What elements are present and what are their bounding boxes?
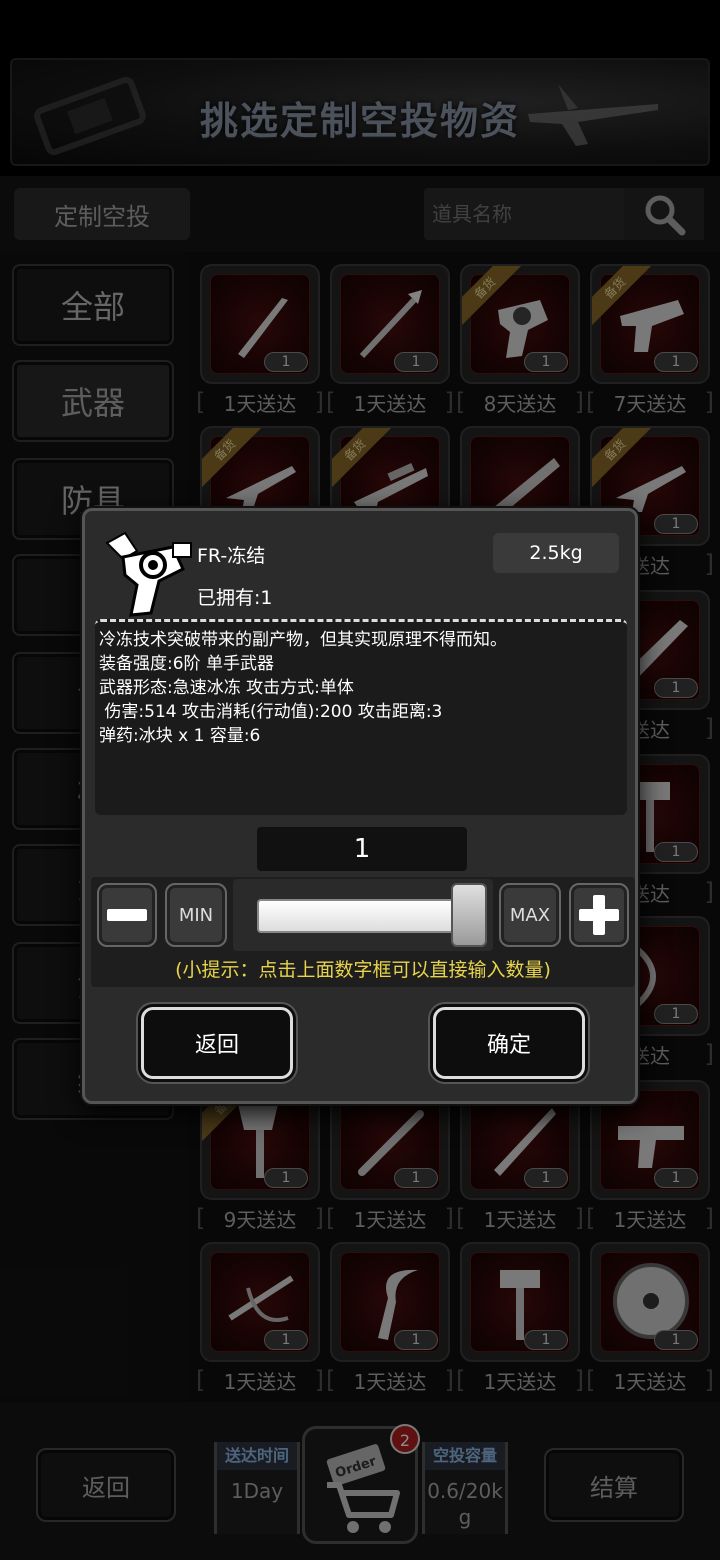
- plus-icon: [579, 895, 619, 935]
- dialog-back-button[interactable]: 返回: [141, 1007, 293, 1079]
- desc-line: 冷冻技术突破带来的副产物，但其实现原理不得而知。: [99, 630, 507, 650]
- minus-icon: [107, 909, 147, 921]
- item-name: FR-冻结: [197, 545, 266, 567]
- quantity-hint: (小提示：点击上面数字框可以直接输入数量): [175, 959, 551, 981]
- freeze-gun-icon: [105, 531, 192, 617]
- item-owned-count: 已拥有:1: [197, 587, 273, 609]
- desc-line: 弹药:冰块 x 1 容量:6: [99, 726, 261, 746]
- desc-line: 伤害:514 攻击消耗(行动值):200 攻击距离:3: [99, 702, 443, 722]
- dialog-confirm-button[interactable]: 确定: [433, 1007, 585, 1079]
- min-button[interactable]: MIN: [165, 883, 227, 947]
- desc-line: 装备强度:6阶 单手武器: [99, 654, 274, 674]
- item-description: 冷冻技术突破带来的副产物，但其实现原理不得而知。 装备强度:6阶 单手武器 武器…: [95, 619, 627, 815]
- slider-handle[interactable]: [451, 883, 487, 947]
- quantity-slider[interactable]: [257, 899, 457, 933]
- decrease-button[interactable]: [97, 883, 157, 947]
- max-button[interactable]: MAX: [499, 883, 561, 947]
- increase-button[interactable]: [569, 883, 629, 947]
- desc-line: 武器形态:急速冰冻 攻击方式:单体: [99, 678, 354, 698]
- item-detail-dialog: FR-冻结 已拥有:1 2.5kg 冷冻技术突破带来的副产物，但其实现原理不得而…: [82, 508, 638, 1104]
- quantity-input[interactable]: 1: [257, 827, 467, 871]
- item-weight: 2.5kg: [493, 533, 619, 573]
